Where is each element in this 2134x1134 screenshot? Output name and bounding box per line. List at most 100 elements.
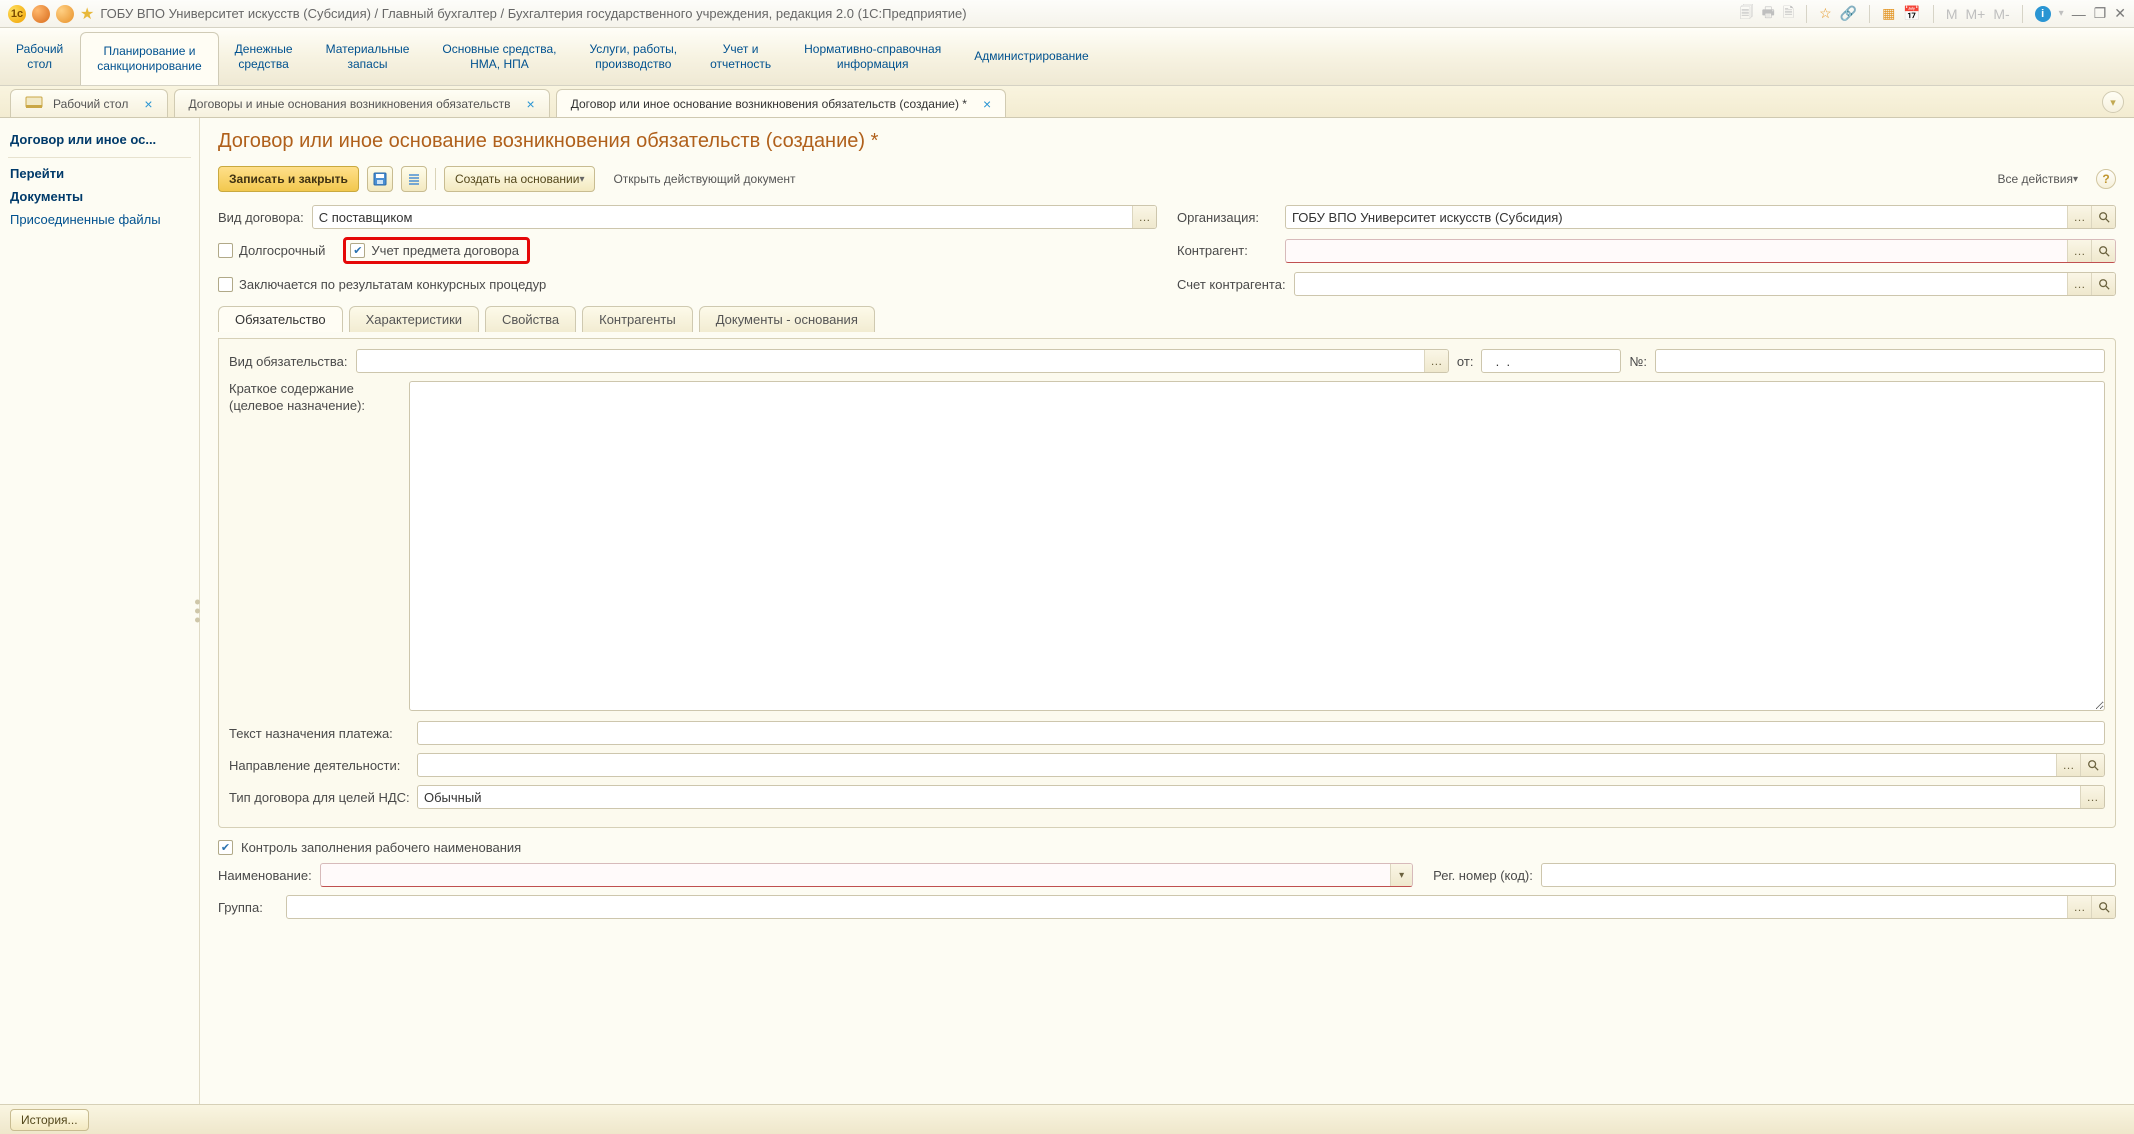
ellipsis-icon[interactable] <box>1424 350 1448 372</box>
name-input[interactable] <box>321 864 1390 886</box>
summary-textarea[interactable] <box>409 381 2105 711</box>
obligation-type-field[interactable] <box>356 349 1449 373</box>
section-planning[interactable]: Планирование и санкционирование <box>80 32 218 85</box>
contract-type-field[interactable] <box>312 205 1157 229</box>
all-actions-button[interactable]: Все действия <box>1988 166 2089 192</box>
control-checkbox[interactable] <box>218 840 233 855</box>
ellipsis-icon[interactable] <box>2067 896 2091 918</box>
minimize-icon[interactable]: — <box>2072 6 2086 22</box>
ellipsis-icon[interactable] <box>2067 273 2091 295</box>
tab-characteristics[interactable]: Характеристики <box>349 306 479 332</box>
window-tool-icon[interactable] <box>56 5 74 23</box>
vat-type-input[interactable] <box>418 786 2080 808</box>
section-desktop[interactable]: Рабочий стол <box>0 28 80 85</box>
activity-input[interactable] <box>418 754 2056 776</box>
save-and-close-button[interactable]: Записать и закрыть <box>218 166 359 192</box>
section-admin[interactable]: Администрирование <box>958 28 1105 85</box>
tab-counterparties[interactable]: Контрагенты <box>582 306 693 332</box>
dropdown-caret-icon[interactable]: ▾ <box>1390 864 1412 886</box>
search-icon[interactable] <box>2080 754 2104 776</box>
ellipsis-icon[interactable] <box>2067 240 2091 262</box>
tab-properties[interactable]: Свойства <box>485 306 576 332</box>
document-icon[interactable]: 🗎 <box>1783 2 1794 26</box>
nav-documents[interactable]: Документы <box>8 185 191 208</box>
org-input[interactable] <box>1286 206 2067 228</box>
favorite-star-icon[interactable]: ★ <box>80 4 94 24</box>
subject-tracking-checkbox[interactable] <box>350 243 365 258</box>
open-active-doc-button[interactable]: Открыть действующий документ <box>603 166 805 192</box>
obligation-type-input[interactable] <box>357 350 1424 372</box>
activity-field[interactable] <box>417 753 2105 777</box>
ellipsis-icon[interactable] <box>1132 206 1156 228</box>
info-icon[interactable]: i <box>2035 6 2051 22</box>
number-field[interactable] <box>1655 349 2105 373</box>
star-icon[interactable]: ☆ <box>1819 5 1832 22</box>
section-label: санкционирование <box>97 59 201 74</box>
grid-icon[interactable]: ▦ <box>1882 5 1895 22</box>
long-term-checkbox-wrap[interactable]: Долгосрочный <box>218 243 325 258</box>
date-from-input[interactable] <box>1482 350 1621 372</box>
memory-m[interactable]: M <box>1946 6 1958 22</box>
tab-contract-create[interactable]: Договор или иное основание возникновения… <box>556 89 1006 117</box>
ellipsis-icon[interactable] <box>2067 206 2091 228</box>
counterparty-input[interactable] <box>1286 240 2067 262</box>
date-from-field[interactable] <box>1481 349 1621 373</box>
search-icon[interactable] <box>2091 240 2115 262</box>
nav-attached-files[interactable]: Присоединенные файлы <box>8 208 191 231</box>
close-icon[interactable]: × <box>144 96 152 112</box>
close-icon[interactable]: × <box>983 96 991 112</box>
vat-type-field[interactable] <box>417 785 2105 809</box>
reg-field[interactable] <box>1541 863 2116 887</box>
list-button[interactable] <box>401 166 427 192</box>
tab-desktop[interactable]: Рабочий стол × <box>10 89 168 117</box>
contract-type-input[interactable] <box>313 206 1132 228</box>
payment-text-field[interactable] <box>417 721 2105 745</box>
resize-handle[interactable] <box>195 600 200 623</box>
search-icon[interactable] <box>2091 273 2115 295</box>
reg-input[interactable] <box>1542 864 2115 886</box>
tender-checkbox-wrap[interactable]: Заключается по результатам конкурсных пр… <box>218 277 546 292</box>
tab-contracts-list[interactable]: Договоры и иные основания возникновения … <box>174 89 550 117</box>
link-icon[interactable]: 🔗 <box>1840 5 1857 22</box>
counterparty-field[interactable] <box>1285 239 2116 263</box>
section-accounting[interactable]: Учет и отчетность <box>694 28 788 85</box>
cp-account-input[interactable] <box>1295 273 2067 295</box>
close-window-icon[interactable]: ✕ <box>2114 5 2126 22</box>
tabs-expand-button[interactable]: ▾ <box>2102 91 2124 113</box>
cp-account-field[interactable] <box>1294 272 2116 296</box>
section-reference[interactable]: Нормативно-справочная информация <box>788 28 958 85</box>
memory-m-plus[interactable]: M+ <box>1966 6 1986 22</box>
search-icon[interactable] <box>2091 206 2115 228</box>
tab-obligation[interactable]: Обязательство <box>218 306 343 332</box>
ellipsis-icon[interactable] <box>2080 786 2104 808</box>
name-field[interactable]: ▾ <box>320 863 1413 887</box>
section-money[interactable]: Денежные средства <box>219 28 310 85</box>
ellipsis-icon[interactable] <box>2056 754 2080 776</box>
section-services[interactable]: Услуги, работы, производство <box>573 28 694 85</box>
window-menu-icon[interactable] <box>32 5 50 23</box>
section-materials[interactable]: Материальные запасы <box>310 28 427 85</box>
close-icon[interactable]: × <box>527 96 535 112</box>
info-caret-icon[interactable]: ▾ <box>2059 8 2064 19</box>
section-fixed-assets[interactable]: Основные средства, НМА, НПА <box>426 28 573 85</box>
create-based-on-button[interactable]: Создать на основании <box>444 166 596 192</box>
group-input[interactable] <box>287 896 2067 918</box>
print-icon[interactable]: 🖶 <box>1762 2 1775 26</box>
nav-contract[interactable]: Договор или иное ос... <box>8 128 191 151</box>
maximize-icon[interactable]: ❐ <box>2094 5 2107 22</box>
tab-base-documents[interactable]: Документы - основания <box>699 306 875 332</box>
save-button[interactable] <box>367 166 393 192</box>
clipboard-icon[interactable]: 🗐 <box>1740 2 1754 26</box>
org-field[interactable] <box>1285 205 2116 229</box>
memory-m-minus[interactable]: M- <box>1993 6 2009 22</box>
payment-text-input[interactable] <box>418 722 2104 744</box>
search-icon[interactable] <box>2091 896 2115 918</box>
group-field[interactable] <box>286 895 2116 919</box>
summary-label-1: Краткое содержание <box>229 381 354 396</box>
tender-checkbox[interactable] <box>218 277 233 292</box>
history-button[interactable]: История... <box>10 1109 89 1131</box>
long-term-checkbox[interactable] <box>218 243 233 258</box>
calendar-icon[interactable]: 📅 <box>1903 5 1920 22</box>
help-icon[interactable]: ? <box>2096 169 2116 189</box>
number-input[interactable] <box>1656 350 2104 372</box>
